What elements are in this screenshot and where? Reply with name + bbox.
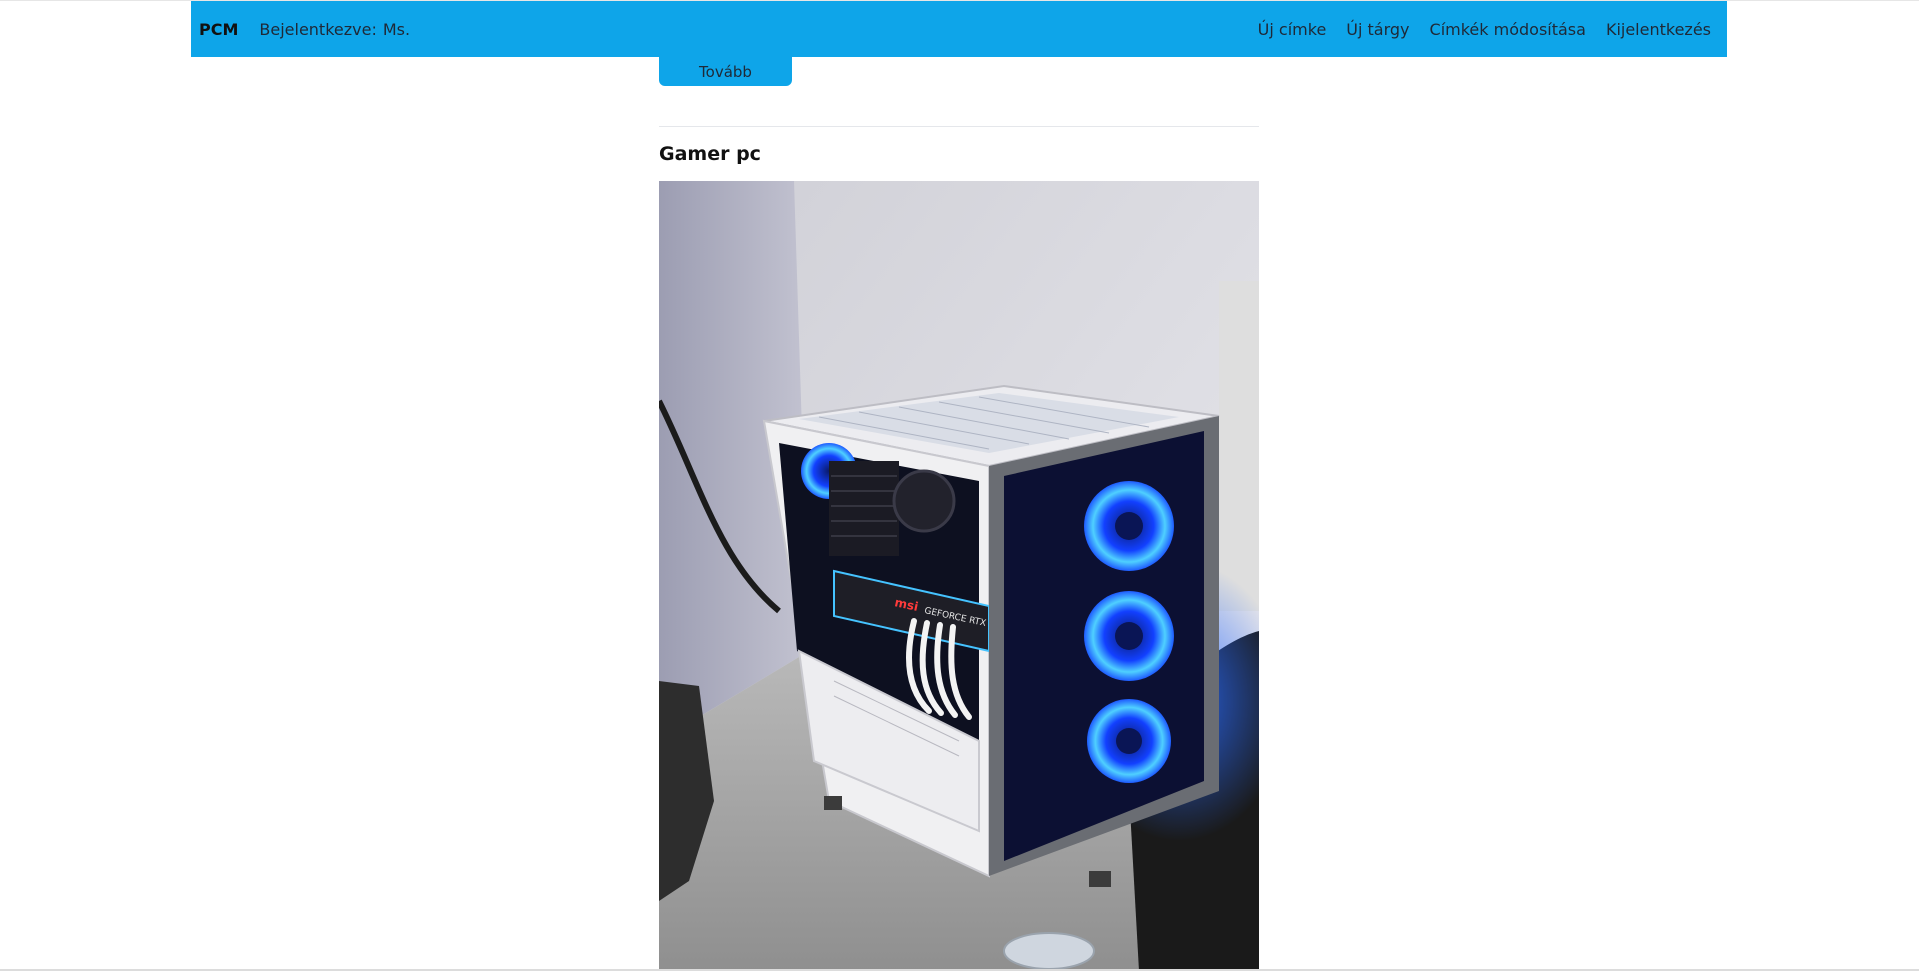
nav-new-item-link[interactable]: Új tárgy	[1346, 20, 1409, 39]
user-name: Ms.	[382, 19, 411, 39]
main-content: Tovább Gamer pc msi GEFORCE RTX	[659, 57, 1259, 971]
nav-edit-tags-link[interactable]: Címkék módosítása	[1430, 20, 1586, 39]
page: PCM Bejelentkezve: Ms. Új címke Új tárgy …	[0, 0, 1919, 971]
nav-logout-link[interactable]: Kijelentkezés	[1606, 20, 1711, 39]
login-status: Bejelentkezve: Ms.	[259, 20, 410, 39]
nav-new-tag-link[interactable]: Új címke	[1258, 20, 1327, 39]
more-button[interactable]: Tovább	[659, 57, 792, 86]
post-image: msi GEFORCE RTX	[659, 181, 1259, 971]
post-title: Gamer pc	[659, 143, 761, 165]
login-label: Bejelentkezve:	[259, 19, 377, 39]
brand-link[interactable]: PCM	[199, 20, 238, 39]
gamer-pc-photo: msi GEFORCE RTX	[659, 181, 1259, 971]
navbar: PCM Bejelentkezve: Ms. Új címke Új tárgy …	[191, 1, 1727, 57]
post-divider	[659, 126, 1259, 127]
